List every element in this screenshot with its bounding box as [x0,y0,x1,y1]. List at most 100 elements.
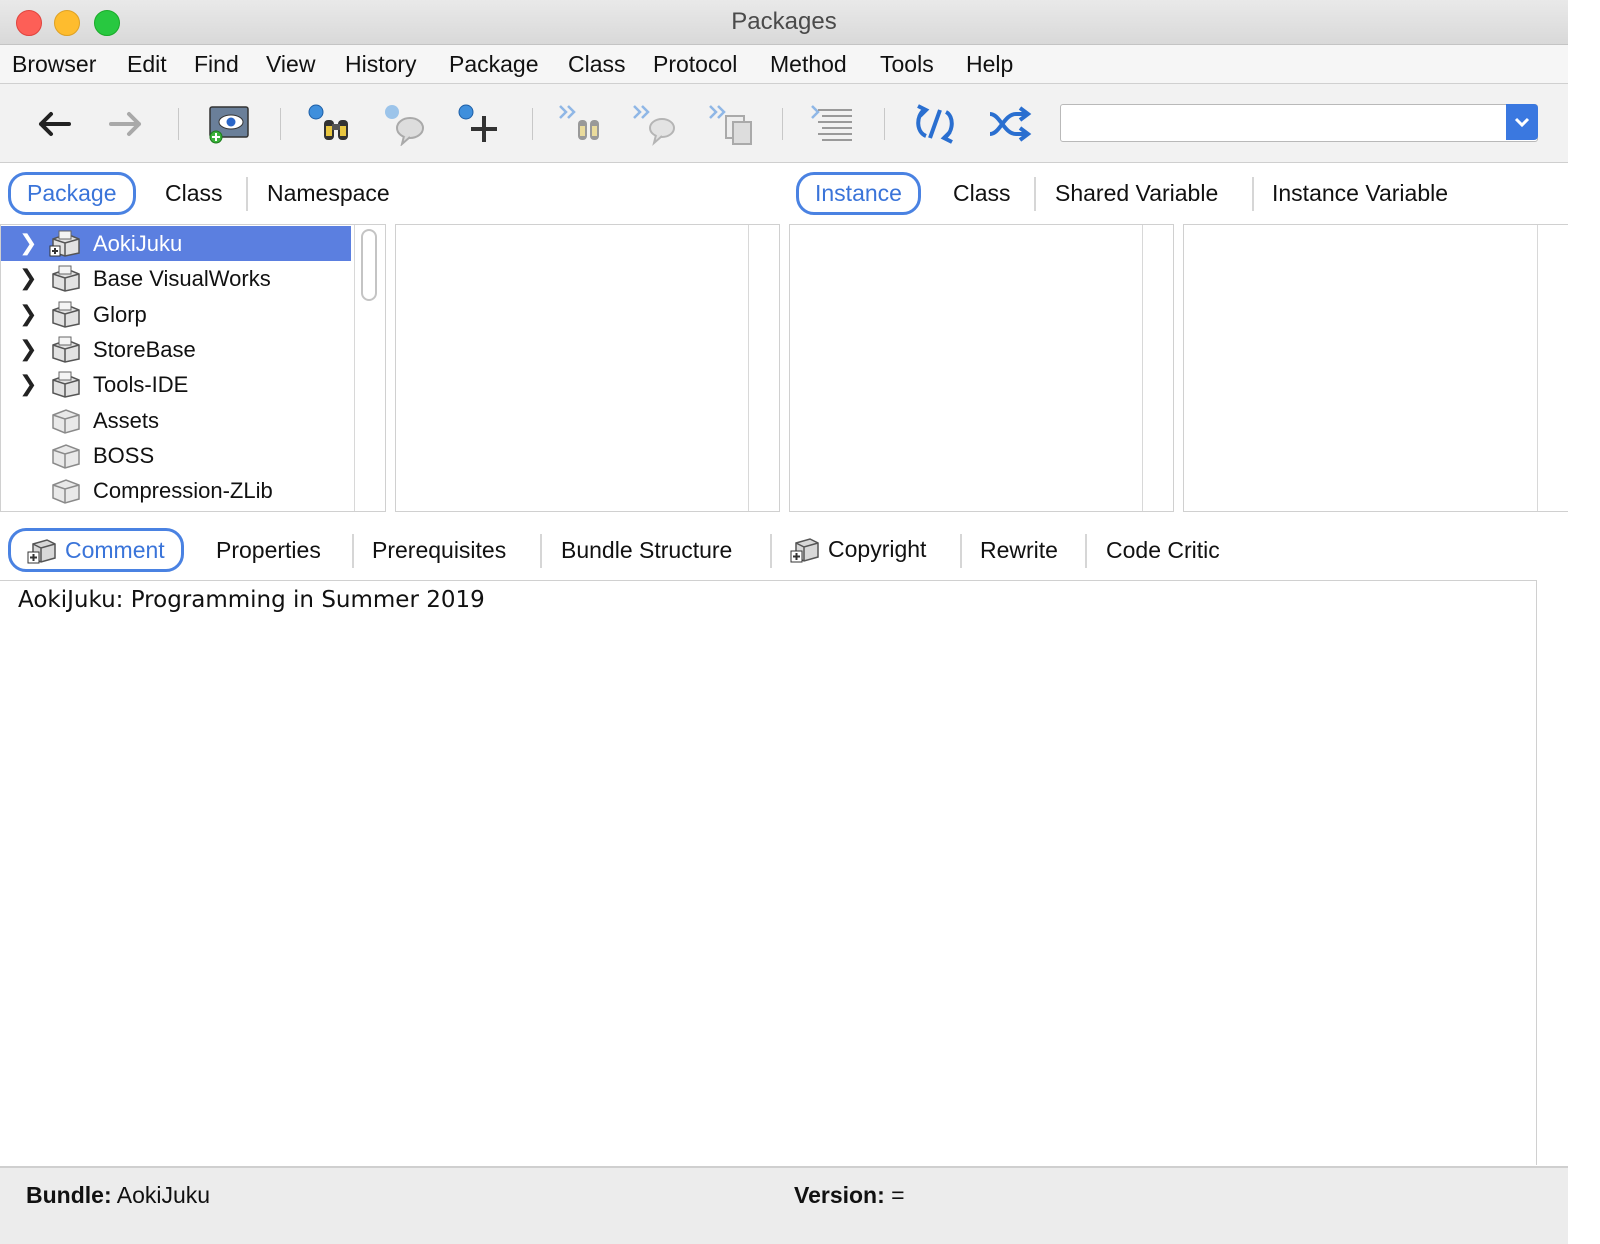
menu-edit[interactable]: Edit [127,51,167,78]
menu-find[interactable]: Find [194,51,239,78]
bundle-icon [52,371,80,398]
tab-prerequisites[interactable]: Prerequisites [372,537,506,564]
menu-tools[interactable]: Tools [880,51,934,78]
title-bar: Packages [0,0,1568,45]
protocol-list-scrollbar[interactable] [1142,225,1173,511]
status-bar: Bundle: AokiJuku Version: = [0,1166,1568,1244]
refresh-button[interactable] [910,100,960,148]
method-list-scrollbar[interactable] [1537,225,1568,511]
package-icon [52,443,80,469]
package-list-item[interactable]: Assets [1,403,351,438]
find-class-icon [308,104,348,140]
version-status: Version: = [794,1182,905,1209]
format-button[interactable] [808,100,858,148]
format-icon [811,105,852,141]
find-next-method-icon [633,105,675,146]
scroll-thumb[interactable] [361,229,377,301]
comment-editor[interactable]: AokiJuku: Programming in Summer 2019 [0,580,1537,1165]
forward-button[interactable] [102,100,152,148]
expand-chevron-icon[interactable]: ❯ [19,336,37,362]
expand-chevron-icon[interactable]: ❯ [19,371,37,397]
tab-class[interactable]: Class [165,180,223,207]
find-method-icon [385,105,424,146]
package-list-pane[interactable]: ❯ AokiJuku ❯ Base VisualWorks ❯ Glorp ❯ StoreBa… [0,224,386,512]
bundle-icon [52,336,80,363]
package-icon [52,479,80,504]
menu-browser[interactable]: Browser [12,51,96,78]
version-value: = [891,1182,905,1208]
comment-text[interactable]: AokiJuku: Programming in Summer 2019 [18,587,485,613]
tab-copyright-label: Copyright [828,536,927,562]
shuffle-icon [989,106,1032,142]
expand-chevron-icon[interactable]: ❯ [19,301,37,327]
find-method-button[interactable] [380,100,430,148]
package-list-item[interactable]: Compression-ZLib [1,473,351,508]
window-title: Packages [731,8,837,35]
search-combo-box[interactable] [1060,104,1538,142]
bundle-status: Bundle: AokiJuku [26,1182,210,1209]
menu-history[interactable]: History [345,51,417,78]
tab-copyright[interactable]: Copyright [790,535,926,563]
tab-code-critic[interactable]: Code Critic [1106,537,1220,564]
find-next-copy-icon [709,105,752,145]
package-list-item-label: Tools-IDE [93,372,189,398]
package-comment-icon [27,539,56,564]
find-class-button[interactable] [306,100,356,148]
class-list-pane[interactable] [395,224,780,512]
package-list-item-label: Assets [93,407,160,433]
package-copyright-icon [790,538,819,563]
package-list-scrollbar[interactable] [354,225,385,511]
find-next-button[interactable] [556,100,606,148]
toolbar [0,84,1568,163]
browser-window: Packages Browser Edit Find View History … [0,0,1568,1244]
menu-method[interactable]: Method [770,51,847,78]
tab-shared-variable[interactable]: Shared Variable [1055,180,1218,207]
chevron-down-icon [1514,117,1530,128]
package-icon [52,408,80,434]
bundle-icon [49,230,80,257]
tab-instance[interactable]: Instance [796,172,921,215]
search-input[interactable] [1067,109,1501,137]
expand-chevron-icon[interactable]: ❯ [19,265,37,291]
menu-package[interactable]: Package [449,51,539,78]
tab-instance-variable[interactable]: Instance Variable [1272,180,1448,207]
tab-properties[interactable]: Properties [216,537,321,564]
package-list-item[interactable]: ❯ StoreBase [1,332,351,367]
tab-bundle-structure[interactable]: Bundle Structure [561,537,732,564]
tab-rewrite[interactable]: Rewrite [980,537,1058,564]
refresh-icon [916,104,954,144]
find-next-copy-button[interactable] [706,100,756,148]
class-list-scrollbar[interactable] [748,225,779,511]
bundle-icon [52,265,80,293]
shuffle-button[interactable] [984,100,1034,148]
protocol-list-pane[interactable] [789,224,1174,512]
menu-protocol[interactable]: Protocol [653,51,737,78]
visual-launcher-button[interactable] [204,100,254,148]
tab-class-side[interactable]: Class [953,180,1011,207]
find-next-method-button[interactable] [630,100,680,148]
package-list-item-label: AokiJuku [93,231,183,256]
package-list-item[interactable]: ❯ AokiJuku [1,226,351,261]
find-next-icon [559,105,599,140]
package-list-item[interactable]: BOSS [1,438,351,473]
menu-view[interactable]: View [266,51,315,78]
add-item-icon [458,104,497,142]
menu-help[interactable]: Help [966,51,1013,78]
expand-chevron-icon[interactable]: ❯ [19,230,37,256]
menu-class[interactable]: Class [568,51,626,78]
tab-comment[interactable]: Comment [8,528,184,572]
forward-arrow-icon [109,112,141,136]
tab-comment-label: Comment [65,537,165,563]
package-list-item-label: BOSS [93,442,155,468]
tab-package[interactable]: Package [8,172,136,215]
visual-launcher-icon [209,106,249,144]
add-item-button[interactable] [454,100,504,148]
package-list-item[interactable]: ❯ Glorp [1,297,351,332]
package-list-item[interactable]: ❯ Base VisualWorks [1,261,351,296]
back-button[interactable] [28,100,78,148]
combo-dropdown-button[interactable] [1506,104,1538,140]
package-list-item[interactable]: ❯ Tools-IDE [1,367,351,402]
back-arrow-icon [39,112,71,136]
method-list-pane[interactable] [1183,224,1568,512]
tab-namespace[interactable]: Namespace [267,180,390,207]
